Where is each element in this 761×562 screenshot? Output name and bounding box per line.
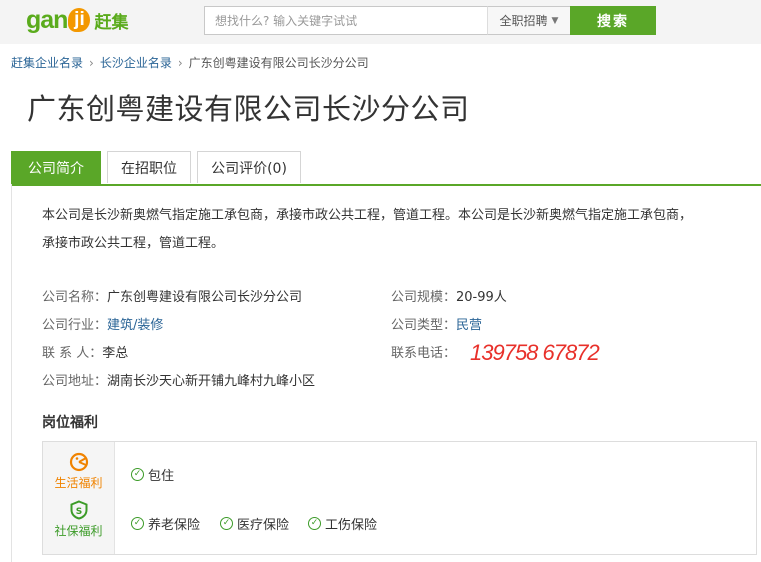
pacman-icon (69, 452, 88, 472)
company-industry-label: 公司行业： (42, 318, 108, 333)
tab-bar: 公司简介 在招职位 公司评价(0) (11, 151, 761, 186)
check-circle-icon: ✓ (308, 517, 321, 530)
benefit-label: 包住 (148, 469, 175, 484)
social-welfare-label: 社保福利 (54, 524, 103, 538)
company-address-label: 公司地址： (42, 374, 108, 389)
page-title: 广东创粤建设有限公司长沙分公司 (27, 92, 470, 126)
contact-phone-label: 联系电话： (391, 346, 457, 361)
tab-company-intro[interactable]: 公司简介 (11, 151, 101, 184)
search-category-label: 全职招聘 (499, 14, 548, 28)
chevron-down-icon: ▼ (551, 15, 559, 26)
check-circle-icon: ✓ (131, 517, 144, 530)
company-address-row: 公司地址：湖南长沙天心新开铺九峰村九峰小区 (42, 370, 315, 389)
tab-open-positions[interactable]: 在招职位 (107, 151, 191, 183)
company-type-row: 公司类型：民营 (391, 314, 482, 333)
benefit-label: 医疗保险 (237, 518, 290, 533)
check-circle-icon: ✓ (131, 468, 144, 481)
benefit-item: ✓ 工伤保险 (308, 514, 377, 533)
welfare-section-title: 岗位福利 (42, 415, 98, 431)
company-type-link[interactable]: 民营 (456, 318, 482, 333)
life-welfare-label: 生活福利 (54, 476, 103, 490)
company-description: 本公司是长沙新奥燃气指定施工承包商，承接市政公共工程，管道工程。本公司是长沙新奥… (42, 208, 693, 251)
company-industry-row: 公司行业：建筑/装修 (42, 314, 163, 333)
breadcrumb-link-changsha[interactable]: 长沙企业名录 (100, 54, 172, 71)
company-size-value: 20-99人 (456, 290, 507, 305)
benefit-item: ✓ 养老保险 (131, 514, 200, 533)
contact-person-row: 联 系 人：李总 (42, 342, 128, 361)
benefit-label: 养老保险 (148, 518, 201, 533)
chevron-right-icon: › (89, 55, 94, 70)
logo-latin: gan (26, 5, 68, 34)
check-circle-icon: ✓ (220, 517, 233, 530)
search-input[interactable] (205, 7, 487, 34)
logo-chinese: 赶集 (94, 12, 129, 33)
breadcrumb-link-directory[interactable]: 赶集企业名录 (11, 54, 83, 71)
search-category-select[interactable]: 全职招聘 ▼ (487, 6, 571, 35)
company-name-row: 公司名称：广东创粤建设有限公司长沙分公司 (42, 286, 302, 305)
life-welfare-category: 生活福利 (43, 452, 114, 491)
company-address-value: 湖南长沙天心新开铺九峰村九峰小区 (107, 374, 316, 389)
benefit-item: ✓ 医疗保险 (220, 514, 289, 533)
tab-company-reviews[interactable]: 公司评价(0) (197, 151, 301, 183)
company-industry-link[interactable]: 建筑/装修 (107, 318, 163, 333)
logo-badge: ji (68, 8, 91, 32)
ganji-logo[interactable]: gan ji 赶集 (26, 5, 128, 35)
contact-phone-row: 联系电话： (391, 342, 456, 361)
benefit-item: ✓ 包住 (131, 465, 174, 484)
svg-text:S: S (75, 507, 81, 517)
contact-person-label: 联 系 人： (42, 346, 103, 361)
search-button[interactable]: 搜索 (570, 6, 656, 35)
company-size-row: 公司规模：20-99人 (391, 286, 507, 305)
shield-icon: S (70, 500, 87, 520)
contact-person-value: 李总 (102, 346, 129, 361)
chevron-right-icon: › (177, 55, 183, 70)
breadcrumb: 赶集企业名录 › 长沙企业名录 › 广东创粤建设有限公司长沙分公司 (11, 54, 369, 71)
social-welfare-category: S 社保福利 (43, 500, 114, 539)
company-type-label: 公司类型： (391, 318, 457, 333)
content-left-border (11, 184, 12, 562)
company-size-label: 公司规模： (391, 290, 457, 305)
company-name-label: 公司名称： (42, 290, 108, 305)
company-name-value: 广东创粤建设有限公司长沙分公司 (107, 290, 303, 305)
welfare-panel: 生活福利 S 社保福利 ✓ 包住 ✓ 养老保险 ✓ 医疗保险 ✓ 工伤保险 (42, 441, 757, 555)
benefit-label: 工伤保险 (325, 518, 378, 533)
contact-phone-number: 139758 67872 (470, 340, 600, 365)
top-bar: gan ji 赶集 全职招聘 ▼ 搜索 (0, 0, 761, 44)
breadcrumb-current: 广东创粤建设有限公司长沙分公司 (188, 56, 369, 70)
search-box (204, 6, 488, 35)
